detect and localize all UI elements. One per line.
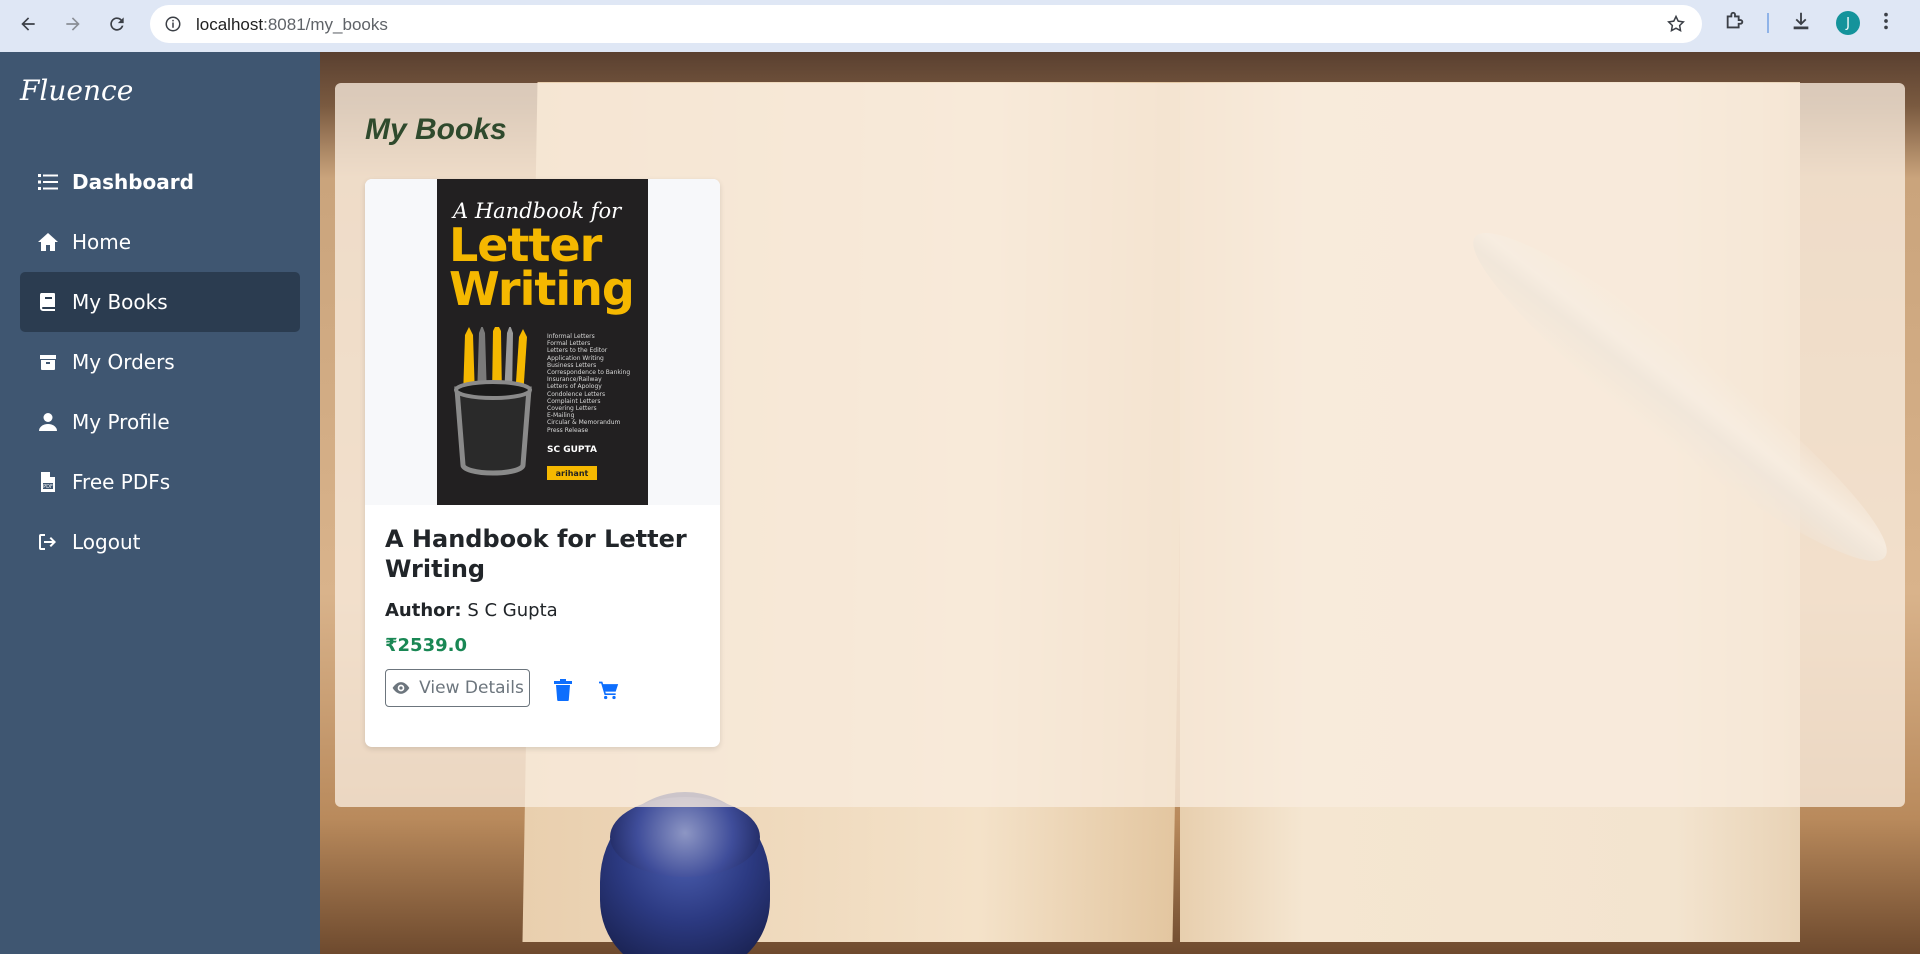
inkwell-top	[610, 797, 760, 877]
brand-logo[interactable]: Fluence	[20, 74, 133, 107]
sidebar: Fluence Dashboard Home My Books My Order…	[0, 52, 320, 954]
menu-kebab-icon[interactable]	[1882, 10, 1890, 37]
address-bar[interactable]: localhost:8081/my_books	[150, 5, 1702, 43]
pdf-file-icon: PDF	[38, 472, 58, 492]
cover-topic-list: Informal Letters Formal Letters Letters …	[547, 333, 631, 434]
sidebar-item-dashboard[interactable]: Dashboard	[20, 152, 300, 212]
sidebar-item-label: My Profile	[72, 410, 170, 434]
book-icon	[38, 292, 58, 312]
sidebar-item-home[interactable]: Home	[20, 212, 300, 272]
sidebar-item-my-books[interactable]: My Books	[20, 272, 300, 332]
delete-trash-icon[interactable]	[551, 677, 575, 703]
reload-icon[interactable]	[103, 10, 131, 38]
pencil-cup-illustration	[454, 327, 532, 476]
sidebar-item-my-profile[interactable]: My Profile	[20, 392, 300, 452]
sidebar-menu: Dashboard Home My Books My Orders My Pro…	[20, 152, 300, 572]
extensions-icon[interactable]	[1724, 10, 1746, 37]
sidebar-item-label: Home	[72, 230, 132, 254]
sidebar-item-label: Free PDFs	[72, 470, 171, 494]
url-text: localhost:8081/my_books	[196, 15, 388, 34]
logout-icon	[38, 532, 58, 552]
toolbar-separator	[1767, 13, 1769, 33]
book-price: ₹2539.0	[385, 635, 467, 656]
cover-title-line2: Letter Writing	[449, 218, 635, 316]
back-arrow-icon[interactable]	[14, 10, 42, 38]
sidebar-item-logout[interactable]: Logout	[20, 512, 300, 572]
browser-toolbar: localhost:8081/my_books J	[0, 0, 1920, 52]
home-icon	[38, 232, 58, 252]
sidebar-item-label: My Orders	[72, 350, 175, 374]
sidebar-item-label: Dashboard	[72, 170, 194, 194]
profile-avatar[interactable]: J	[1836, 11, 1860, 35]
cover-publisher-logo: arihant	[547, 466, 597, 480]
view-details-label: View Details	[419, 678, 524, 698]
cover-author: SC GUPTA	[547, 445, 597, 455]
list-icon	[38, 172, 58, 192]
eye-icon	[392, 682, 410, 694]
cart-icon[interactable]	[597, 677, 621, 703]
box-icon	[38, 352, 58, 372]
page-title: My Books	[365, 113, 507, 146]
download-icon[interactable]	[1790, 10, 1812, 37]
author-label: Author:	[385, 600, 462, 621]
book-cover-image[interactable]: A Handbook for Letter Writing Informal L…	[437, 179, 648, 505]
book-cover-container: A Handbook for Letter Writing Informal L…	[365, 179, 720, 505]
user-icon	[38, 412, 58, 432]
view-details-button[interactable]: View Details	[385, 669, 530, 707]
book-author: Author: S C Gupta	[385, 600, 558, 621]
site-info-icon[interactable]	[164, 15, 182, 33]
svg-text:PDF: PDF	[43, 484, 53, 490]
book-title: A Handbook for Letter Writing	[385, 525, 687, 583]
author-name: S C Gupta	[467, 600, 558, 621]
bookmark-star-icon[interactable]	[1666, 14, 1686, 34]
book-card: A Handbook for Letter Writing Informal L…	[365, 179, 720, 747]
forward-arrow-icon[interactable]	[59, 10, 87, 38]
sidebar-item-label: Logout	[72, 530, 141, 554]
sidebar-item-my-orders[interactable]: My Orders	[20, 332, 300, 392]
content-panel: My Books A Handbook for Letter Writing I…	[335, 83, 1905, 807]
sidebar-item-free-pdfs[interactable]: PDF Free PDFs	[20, 452, 300, 512]
sidebar-item-label: My Books	[72, 290, 168, 314]
